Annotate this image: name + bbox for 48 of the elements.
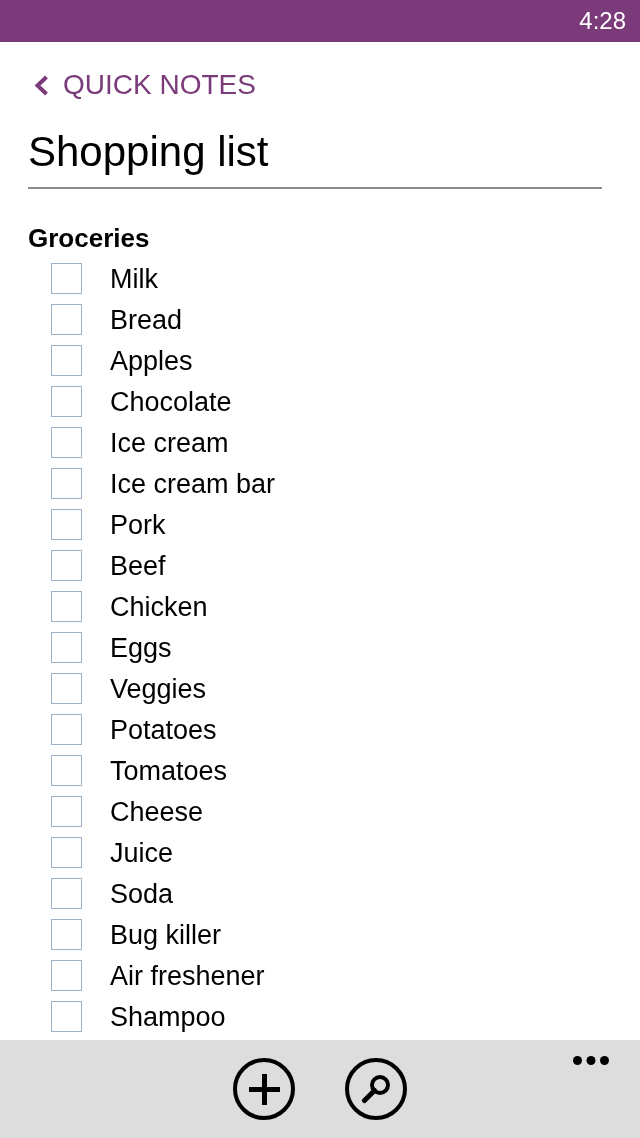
checkbox[interactable] bbox=[51, 468, 82, 499]
item-label: Beef bbox=[110, 549, 166, 582]
item-label: Shampoo bbox=[110, 1000, 226, 1033]
item-label: Potatoes bbox=[110, 713, 217, 746]
chevron-left-icon bbox=[33, 74, 49, 96]
checkbox[interactable] bbox=[51, 919, 82, 950]
item-label: Air freshener bbox=[110, 959, 265, 992]
more-icon[interactable] bbox=[573, 1056, 609, 1065]
item-label: Juice bbox=[110, 836, 174, 869]
item-label: Eggs bbox=[110, 631, 172, 664]
checkbox[interactable] bbox=[51, 263, 82, 294]
checkbox[interactable] bbox=[51, 755, 82, 786]
item-label: Bug killer bbox=[110, 918, 222, 951]
checkbox[interactable] bbox=[51, 673, 82, 704]
checkbox[interactable] bbox=[51, 304, 82, 335]
section-heading: Groceries bbox=[28, 222, 150, 254]
item-label: Chocolate bbox=[110, 385, 232, 418]
back-link[interactable]: QUICK NOTES bbox=[33, 68, 256, 102]
checkbox[interactable] bbox=[51, 878, 82, 909]
add-button[interactable] bbox=[233, 1058, 295, 1120]
checkbox[interactable] bbox=[51, 714, 82, 745]
checkbox[interactable] bbox=[51, 632, 82, 663]
item-label: Pork bbox=[110, 508, 166, 541]
item-label: Ice cream bbox=[110, 426, 229, 459]
checkbox[interactable] bbox=[51, 796, 82, 827]
item-label: Tomatoes bbox=[110, 754, 228, 787]
checkbox[interactable] bbox=[51, 509, 82, 540]
item-label: Chicken bbox=[110, 590, 208, 623]
checkbox[interactable] bbox=[51, 345, 82, 376]
checkbox[interactable] bbox=[51, 386, 82, 417]
item-label: Soda bbox=[110, 877, 174, 910]
checkbox[interactable] bbox=[51, 960, 82, 991]
plus-icon bbox=[248, 1073, 280, 1105]
checkbox[interactable] bbox=[51, 837, 82, 868]
search-button[interactable] bbox=[345, 1058, 407, 1120]
checkbox[interactable] bbox=[51, 1001, 82, 1032]
item-label: Bread bbox=[110, 303, 183, 336]
clock-time: 4:28 bbox=[579, 7, 626, 35]
checkbox[interactable] bbox=[51, 550, 82, 581]
item-label: Ice cream bar bbox=[110, 467, 276, 500]
checkbox[interactable] bbox=[51, 427, 82, 458]
item-label: Veggies bbox=[110, 672, 207, 705]
page-title: Shopping list bbox=[28, 127, 269, 177]
item-label: Milk bbox=[110, 262, 158, 295]
search-icon bbox=[361, 1074, 391, 1104]
checkbox[interactable] bbox=[51, 591, 82, 622]
item-label: Apples bbox=[110, 344, 193, 377]
item-label: Cheese bbox=[110, 795, 204, 828]
